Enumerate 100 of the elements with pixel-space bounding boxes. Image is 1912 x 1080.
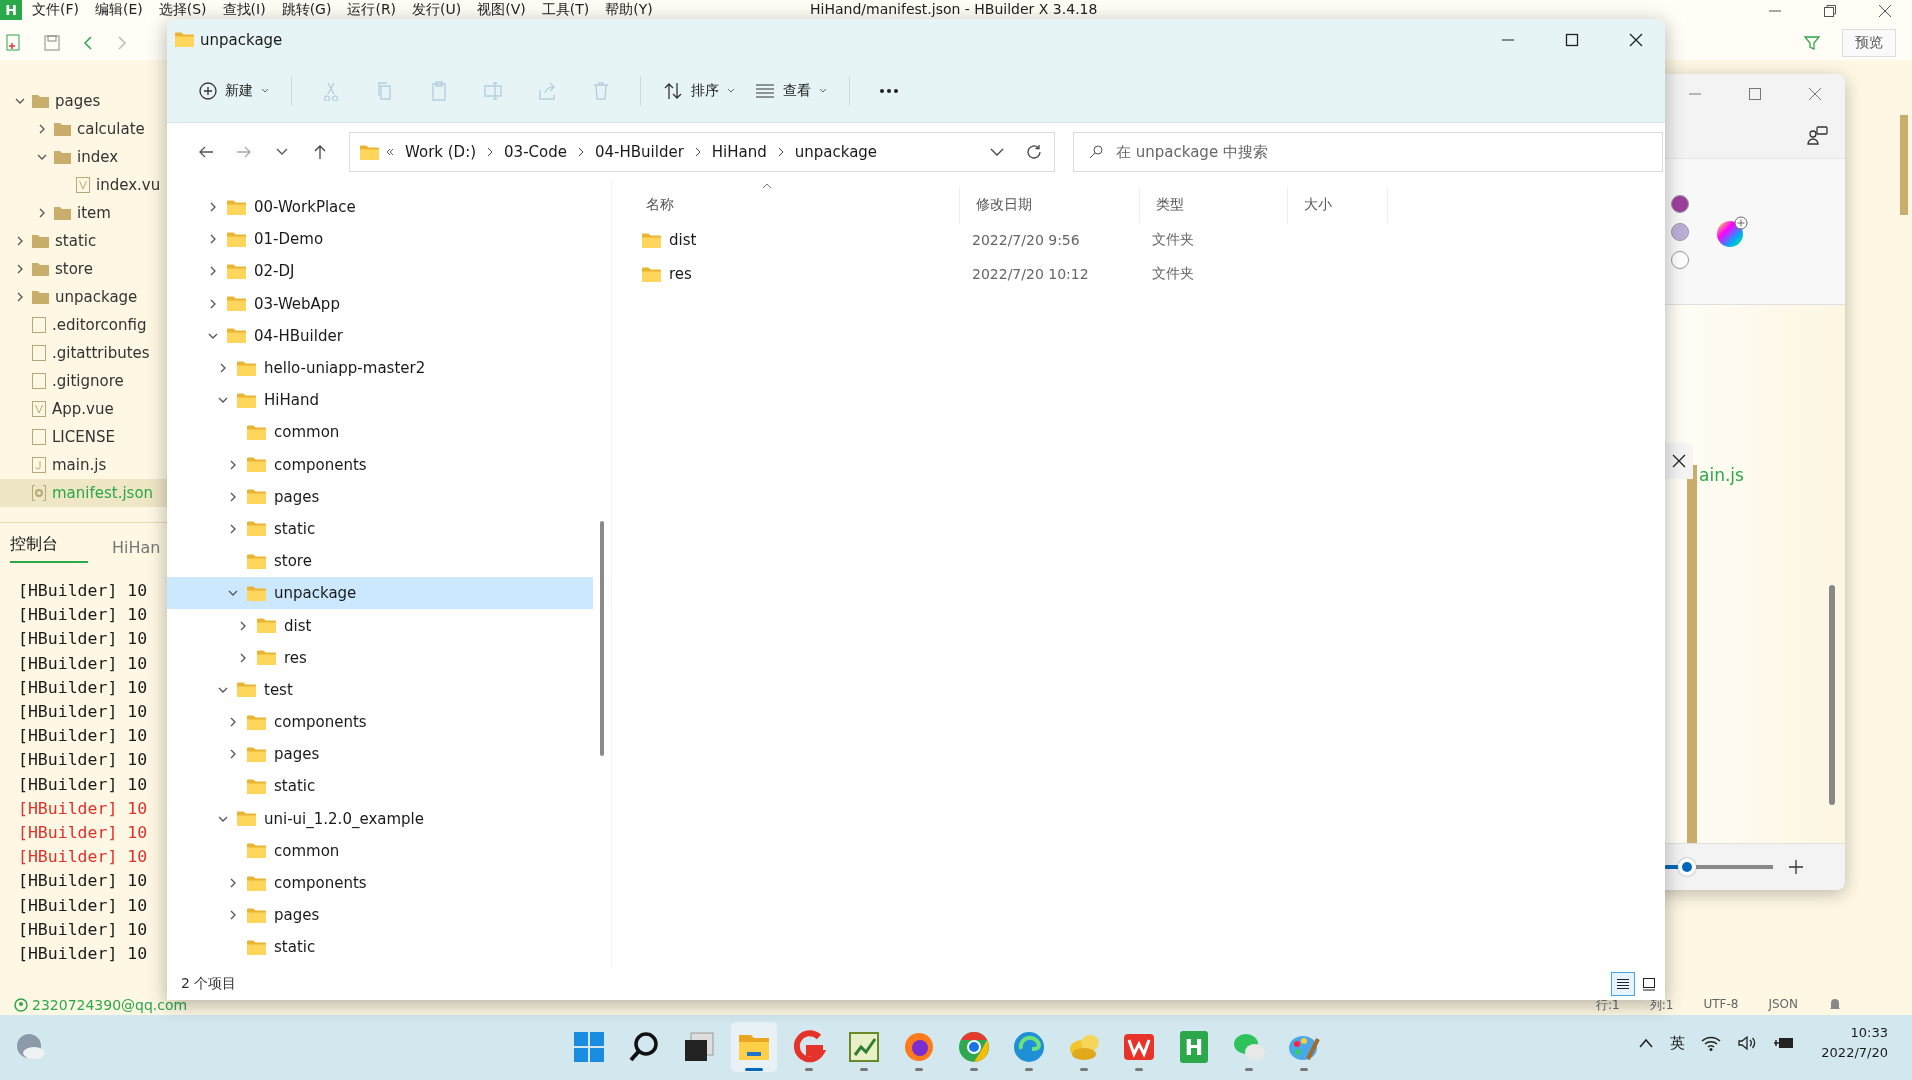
menu-item[interactable]: 视图(V) <box>475 0 528 18</box>
menu-item[interactable]: 跳转(G) <box>279 0 334 18</box>
tree-item[interactable]: HiHand <box>167 384 593 417</box>
column-header[interactable]: 类型 <box>1140 187 1288 223</box>
tree-item[interactable]: 03-WebApp <box>167 287 593 320</box>
scrollbar[interactable] <box>1829 585 1835 805</box>
preview-button[interactable]: 预览 <box>1842 29 1896 57</box>
menu-item[interactable]: 工具(T) <box>539 0 592 18</box>
clock-time[interactable]: 10:33 <box>1850 1023 1888 1043</box>
scrollbar-thumb[interactable] <box>600 521 604 756</box>
project-tree-item[interactable]: .gitignore <box>0 367 167 395</box>
filter-icon[interactable] <box>1804 35 1820 51</box>
search-field[interactable]: 在 unpackage 中搜索 <box>1073 132 1663 172</box>
tree-item[interactable]: components <box>167 448 593 481</box>
tree-item[interactable]: pages <box>167 480 593 513</box>
column-header[interactable]: 大小 <box>1288 187 1388 223</box>
tree-item[interactable]: static <box>167 512 593 546</box>
sort-button[interactable]: 排序 <box>653 76 745 106</box>
encoding-label[interactable]: UTF-8 <box>1703 996 1739 1014</box>
up-icon[interactable] <box>313 144 327 160</box>
battery-icon[interactable] <box>1773 1035 1796 1051</box>
menu-item[interactable]: 帮助(Y) <box>603 0 655 18</box>
project-tree-item[interactable]: calculate <box>0 115 167 143</box>
tree-item[interactable]: common <box>167 416 593 449</box>
chevron-up-icon[interactable] <box>1638 1037 1655 1049</box>
chevron-icon[interactable] <box>486 147 495 157</box>
maximize-icon[interactable] <box>1565 32 1579 47</box>
column-header[interactable]: 名称 <box>630 187 960 223</box>
clock-date[interactable]: 2022/7/20 <box>1821 1043 1888 1063</box>
tree-item[interactable]: uni-ui_1.2.0_example <box>167 802 593 835</box>
menu-item[interactable]: 发行(U) <box>410 0 464 18</box>
chevron-icon[interactable] <box>693 147 702 157</box>
project-tree-item[interactable]: index <box>0 143 167 171</box>
tree-item[interactable]: static <box>167 931 593 964</box>
tree-item[interactable]: unpackage <box>167 577 593 610</box>
view-button[interactable]: 查看 <box>745 76 837 106</box>
restore-icon[interactable] <box>1822 4 1837 18</box>
scrollbar[interactable] <box>1900 115 1908 215</box>
tree-item[interactable]: 02-DJ <box>167 255 593 288</box>
console-tab[interactable]: HiHan <box>112 538 161 563</box>
color-swatch[interactable] <box>1671 222 1689 241</box>
close-icon[interactable] <box>1629 32 1643 47</box>
menu-item[interactable]: 选择(S) <box>156 0 209 18</box>
tree-item[interactable]: test <box>167 673 593 706</box>
chevron-down-icon[interactable] <box>990 148 1004 156</box>
sort-caret-icon[interactable] <box>762 183 772 189</box>
back-icon[interactable] <box>198 145 214 159</box>
console-tab[interactable]: 控制台 <box>10 534 88 563</box>
tree-item[interactable]: pages <box>167 899 593 932</box>
project-tree-item[interactable]: LICENSE <box>0 423 167 451</box>
volume-icon[interactable] <box>1737 1035 1758 1051</box>
tree-item[interactable]: 01-Demo <box>167 223 593 256</box>
new-file-icon[interactable] <box>6 34 22 52</box>
tree-item[interactable]: store <box>167 545 593 578</box>
refresh-icon[interactable] <box>1026 144 1042 160</box>
menu-item[interactable]: 编辑(E) <box>93 0 145 18</box>
people-icon[interactable] <box>1807 126 1829 146</box>
plus-icon[interactable] <box>1789 860 1803 874</box>
chevron-icon[interactable] <box>576 147 585 157</box>
breadcrumb-item[interactable]: 03-Code <box>500 143 571 161</box>
view-mode-button[interactable] <box>1611 972 1635 996</box>
project-tree-item[interactable]: unpackage <box>0 283 167 311</box>
project-tree-item[interactable]: App.vue <box>0 395 167 423</box>
breadcrumb-item[interactable]: HiHand <box>707 143 771 161</box>
tree-item[interactable]: static <box>167 770 593 803</box>
project-tree-item[interactable]: pages <box>0 87 167 115</box>
project-tree-item[interactable]: static <box>0 227 167 255</box>
new-button[interactable]: 新建 <box>189 76 279 106</box>
tree-item[interactable]: 04-HBuilder <box>167 319 593 352</box>
tree-item[interactable]: hello-uniapp-master2 <box>167 351 593 385</box>
bell-icon[interactable] <box>1828 996 1842 1011</box>
language-label[interactable]: JSON <box>1768 996 1798 1014</box>
project-tree-item[interactable]: .gitattributes <box>0 339 167 367</box>
tree-item[interactable]: pages <box>167 738 593 771</box>
chevron-icon[interactable] <box>776 147 785 157</box>
project-tree-item[interactable]: main.js <box>0 451 167 479</box>
overflow-chevron-icon[interactable] <box>385 147 395 157</box>
breadcrumb-item[interactable]: unpackage <box>790 143 882 161</box>
close-icon[interactable] <box>1877 4 1892 18</box>
address-bar[interactable]: Work (D:) 03-Code 04-HBuilder HiHand unpackage <box>349 132 1055 172</box>
menu-item[interactable]: 运行(R) <box>345 0 399 18</box>
slider-thumb[interactable] <box>1677 858 1696 876</box>
input-method[interactable]: 英 <box>1670 1033 1686 1053</box>
project-tree-item[interactable]: .editorconfig <box>0 311 167 339</box>
color-swatch[interactable] <box>1671 250 1689 269</box>
more-icon[interactable] <box>879 88 899 94</box>
tree-item[interactable]: dist <box>167 609 593 642</box>
wifi-icon[interactable] <box>1701 1035 1722 1051</box>
breadcrumb-item[interactable]: Work (D:) <box>401 143 481 161</box>
color-swatch[interactable] <box>1671 194 1689 213</box>
tree-item[interactable]: res <box>167 641 593 674</box>
close-icon[interactable] <box>1672 454 1686 468</box>
menu-item[interactable]: 文件(F) <box>30 0 81 18</box>
tree-item[interactable]: components <box>167 866 593 900</box>
project-tree-item[interactable]: item <box>0 199 167 227</box>
project-tree-item[interactable]: store <box>0 255 167 283</box>
breadcrumb-item[interactable]: 04-HBuilder <box>590 143 688 161</box>
file-row[interactable]: res 2022/7/20 10:12 文件夹 <box>630 257 1665 291</box>
column-header[interactable]: 修改日期 <box>960 187 1140 223</box>
chevron-down-icon[interactable] <box>276 148 288 156</box>
